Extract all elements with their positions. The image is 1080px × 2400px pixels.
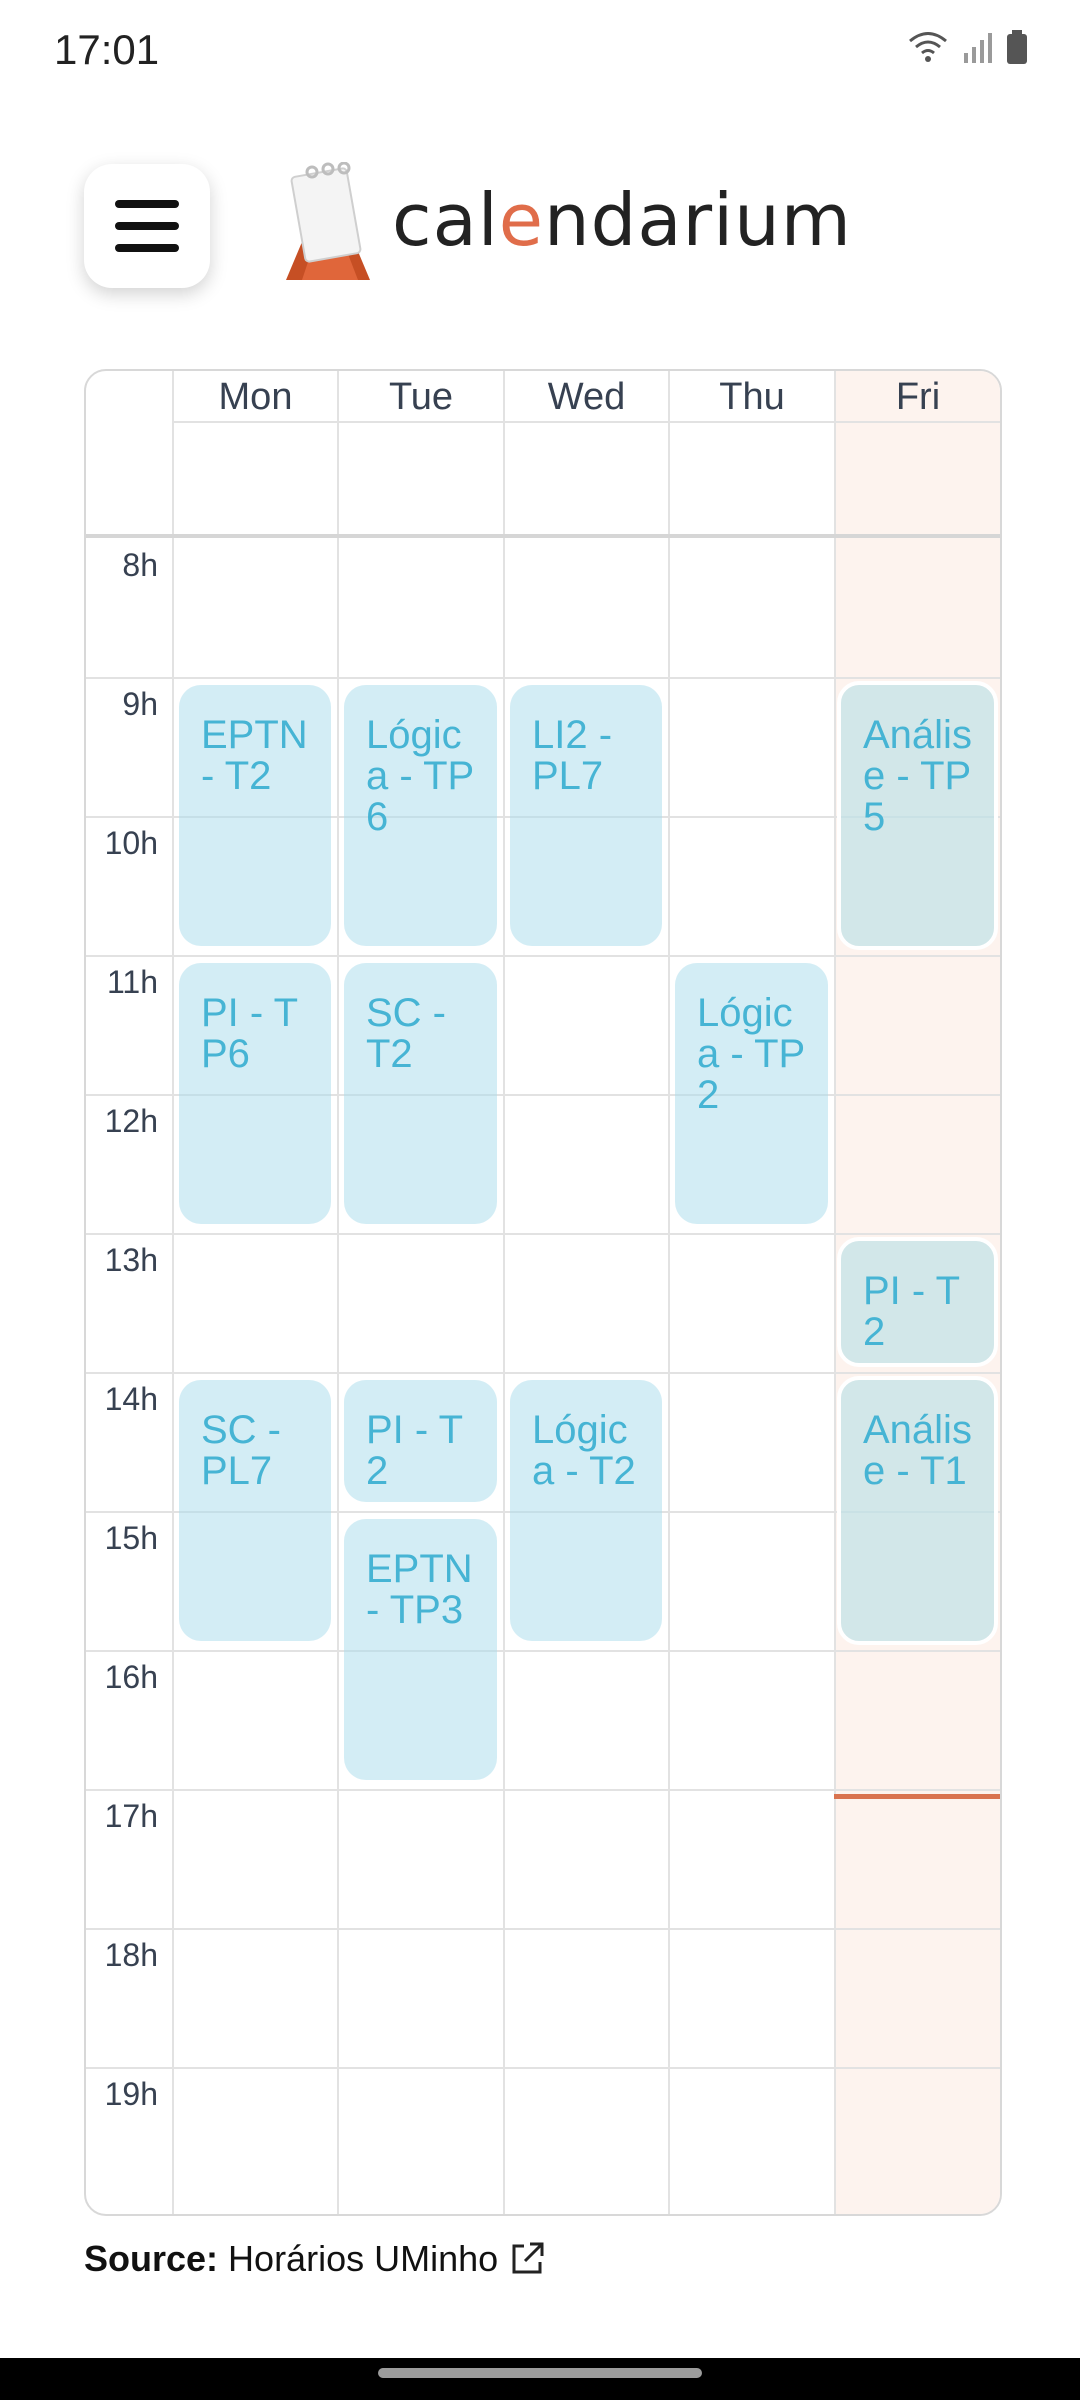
event-block[interactable]: Análise - TP5	[837, 681, 998, 950]
event-block[interactable]: SC - T2	[344, 963, 497, 1224]
status-bar: 17:01	[0, 0, 1080, 100]
event-block[interactable]: SC - PL7	[179, 1380, 331, 1641]
current-time-indicator	[834, 1794, 1000, 1799]
wifi-icon	[909, 32, 947, 62]
day-header-tue: Tue	[388, 376, 454, 418]
event-block[interactable]: PI - TP6	[179, 963, 331, 1224]
hour-label: 13h	[104, 1242, 158, 1278]
battery-icon	[1007, 30, 1027, 64]
system-nav-bar	[0, 2358, 1080, 2400]
day-header-fri: Fri	[895, 376, 941, 418]
event-block[interactable]: EPTN - T2	[179, 685, 331, 946]
event-block[interactable]: Análise - T1	[837, 1376, 998, 1645]
hour-label: 18h	[104, 1937, 158, 1973]
hour-label: 12h	[104, 1103, 158, 1139]
status-icons	[908, 30, 1028, 64]
home-gesture-handle[interactable]	[378, 2368, 702, 2378]
hour-label: 16h	[104, 1659, 158, 1695]
hour-label: 9h	[122, 686, 158, 722]
hour-label: 11h	[106, 964, 158, 1000]
source-attribution: Source: Horários UMinho	[84, 2238, 546, 2280]
event-block[interactable]: PI - T2	[837, 1237, 998, 1367]
event-block[interactable]: PI - T2	[344, 1380, 497, 1502]
event-block[interactable]: Lógica - TP2	[675, 963, 828, 1224]
hamburger-icon	[115, 200, 179, 252]
hour-label: 19h	[104, 2076, 158, 2112]
hour-label: 15h	[104, 1520, 158, 1556]
event-block[interactable]: Lógica - TP6	[344, 685, 497, 946]
event-block[interactable]: LI2 - PL7	[510, 685, 662, 946]
hour-label: 14h	[104, 1381, 158, 1417]
event-block[interactable]: Lógica - T2	[510, 1380, 662, 1641]
day-header-thu: Thu	[719, 376, 785, 418]
signal-icon	[964, 33, 992, 63]
calendar-logo-icon	[286, 162, 370, 280]
source-label: Source:	[84, 2238, 219, 2279]
hour-label: 17h	[104, 1798, 158, 1834]
hour-label: 8h	[122, 547, 158, 583]
event-block[interactable]: EPTN - TP3	[344, 1519, 497, 1780]
day-header-mon: Mon	[218, 376, 293, 418]
brand-accent: e	[498, 178, 545, 262]
brand-prefix: cal	[392, 178, 499, 262]
external-link-icon[interactable]	[508, 2240, 546, 2278]
hour-label: 10h	[104, 825, 158, 861]
week-calendar: Mon Tue Wed Thu Fri 8h 9h 10h 11h 12h 13…	[84, 369, 1002, 2216]
status-time: 17:01	[54, 26, 160, 73]
day-header-wed: Wed	[547, 376, 626, 418]
brand-suffix: ndarium	[544, 178, 852, 262]
menu-button[interactable]	[84, 164, 210, 288]
source-link[interactable]: Horários UMinho	[228, 2238, 498, 2280]
app-brand: calendarium	[392, 178, 852, 262]
